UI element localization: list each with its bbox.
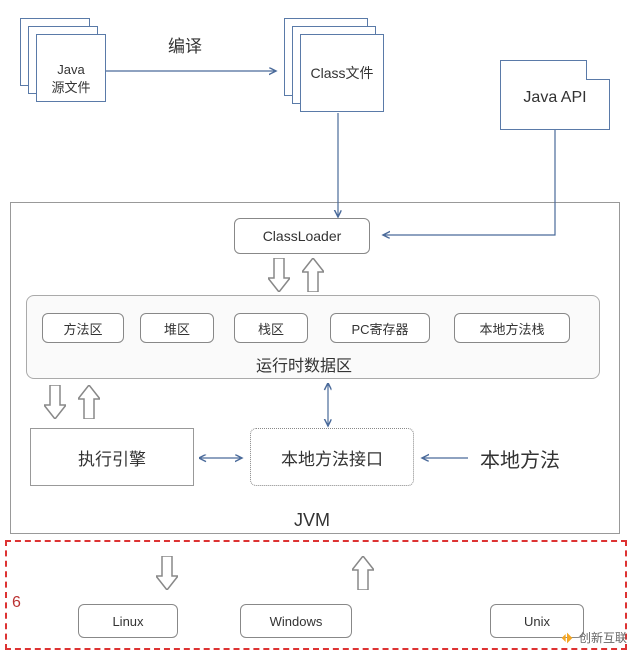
java-api-label: Java API	[501, 89, 609, 107]
watermark-icon	[559, 630, 575, 646]
native-method-label: 本地方法	[480, 444, 560, 473]
watermark-text: 创新互联	[579, 629, 627, 646]
java-source-label2: 源文件	[51, 77, 90, 96]
native-interface-box: 本地方法接口	[250, 428, 414, 486]
pc-register-box: PC寄存器	[330, 313, 430, 343]
linux-box: Linux	[78, 604, 178, 638]
corner-label: 6	[12, 594, 21, 612]
windows-box: Windows	[240, 604, 352, 638]
arrow-os-to-jvm-up	[352, 556, 374, 590]
arrow-source-to-class	[106, 66, 284, 76]
arrow-runtime-to-exec-down	[44, 385, 66, 419]
native-stack-box: 本地方法栈	[454, 313, 570, 343]
arrow-loader-down	[268, 258, 290, 292]
arrow-runtime-up	[302, 258, 324, 292]
classloader-box: ClassLoader	[234, 218, 370, 254]
jvm-label: JVM	[294, 510, 330, 531]
method-area-box: 方法区	[42, 313, 124, 343]
arrow-exec-to-runtime-up	[78, 385, 100, 419]
stack-box: 栈区	[234, 313, 308, 343]
arrow-jvm-to-os-down	[156, 556, 178, 590]
method-area-label: 方法区	[63, 319, 102, 338]
java-source-label1: Java	[57, 62, 84, 77]
exec-engine-label: 执行引擎	[78, 445, 146, 470]
native-stack-label: 本地方法栈	[479, 319, 544, 338]
compile-label: 编译	[168, 32, 202, 57]
unix-label: Unix	[524, 614, 550, 629]
heap-label: 堆区	[164, 319, 190, 338]
class-file-label: Class文件	[310, 63, 373, 83]
linux-label: Linux	[112, 614, 143, 629]
watermark: 创新互联	[559, 629, 627, 646]
heap-box: 堆区	[140, 313, 214, 343]
stack-label: 栈区	[258, 319, 284, 338]
pc-register-label: PC寄存器	[351, 319, 408, 338]
native-interface-label: 本地方法接口	[281, 445, 383, 470]
classloader-label: ClassLoader	[263, 228, 342, 244]
runtime-area-label: 运行时数据区	[256, 352, 352, 376]
java-api-box: Java API	[500, 60, 610, 130]
exec-engine-box: 执行引擎	[30, 428, 194, 486]
windows-label: Windows	[270, 614, 323, 629]
